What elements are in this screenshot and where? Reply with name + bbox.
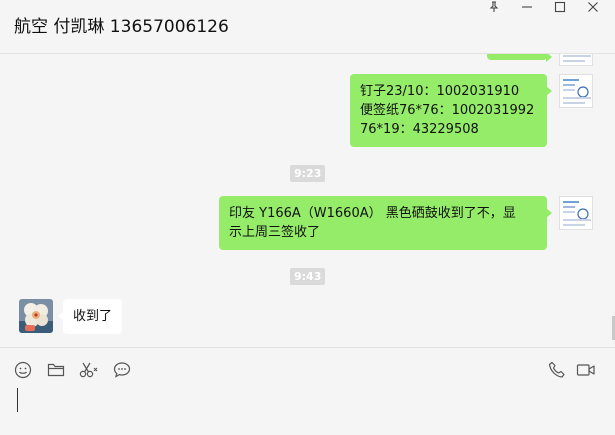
message-list[interactable]: 钉子23/10：1002031910 便签纸76*76：1002031992 7… xyxy=(0,54,615,347)
scissors-icon[interactable] xyxy=(78,359,100,381)
message-bubble[interactable]: 收到了 xyxy=(57,299,123,334)
message-line: 便签纸76*76：1002031992 xyxy=(360,103,535,118)
pin-icon[interactable] xyxy=(477,0,510,14)
contact-avatar[interactable] xyxy=(19,299,53,333)
my-avatar[interactable] xyxy=(559,74,593,108)
emoji-icon[interactable] xyxy=(12,359,34,381)
message-line: 示上周三签收了 xyxy=(229,225,321,240)
message-bubble[interactable]: 印友 Y166A（W1660A） 黑色硒鼓收到了不，显 示上周三签收了 xyxy=(219,196,552,250)
message-line: 收到了 xyxy=(73,309,113,324)
video-call-icon[interactable] xyxy=(575,359,597,381)
timestamp: 9:23 xyxy=(290,165,326,182)
contact-avatar[interactable] xyxy=(559,54,593,66)
chat-title: 航空 付凯琳 13657006126 xyxy=(14,17,229,37)
message-line: 76*19：43229508 xyxy=(360,122,479,137)
message-input[interactable] xyxy=(0,383,615,435)
message-bubble-partial[interactable] xyxy=(487,54,552,62)
chat-header: 航空 付凯琳 13657006126 xyxy=(0,0,615,54)
phone-icon[interactable] xyxy=(546,359,568,381)
folder-icon[interactable] xyxy=(45,359,67,381)
input-toolbar xyxy=(0,355,615,383)
chat-bubble-icon[interactable] xyxy=(111,359,133,381)
message-bubble[interactable]: 钉子23/10：1002031910 便签纸76*76：1002031992 7… xyxy=(350,74,552,147)
divider xyxy=(0,347,615,348)
message-line: 印友 Y166A（W1660A） 黑色硒鼓收到了不，显 xyxy=(229,206,516,221)
timestamp: 9:43 xyxy=(290,268,326,285)
minimize-icon[interactable] xyxy=(510,0,543,14)
close-icon[interactable] xyxy=(576,0,609,14)
message-line: 钉子23/10：1002031910 xyxy=(360,84,520,99)
maximize-icon[interactable] xyxy=(543,0,576,14)
text-caret xyxy=(17,388,18,412)
window-controls xyxy=(477,0,609,14)
my-avatar[interactable] xyxy=(559,196,593,230)
